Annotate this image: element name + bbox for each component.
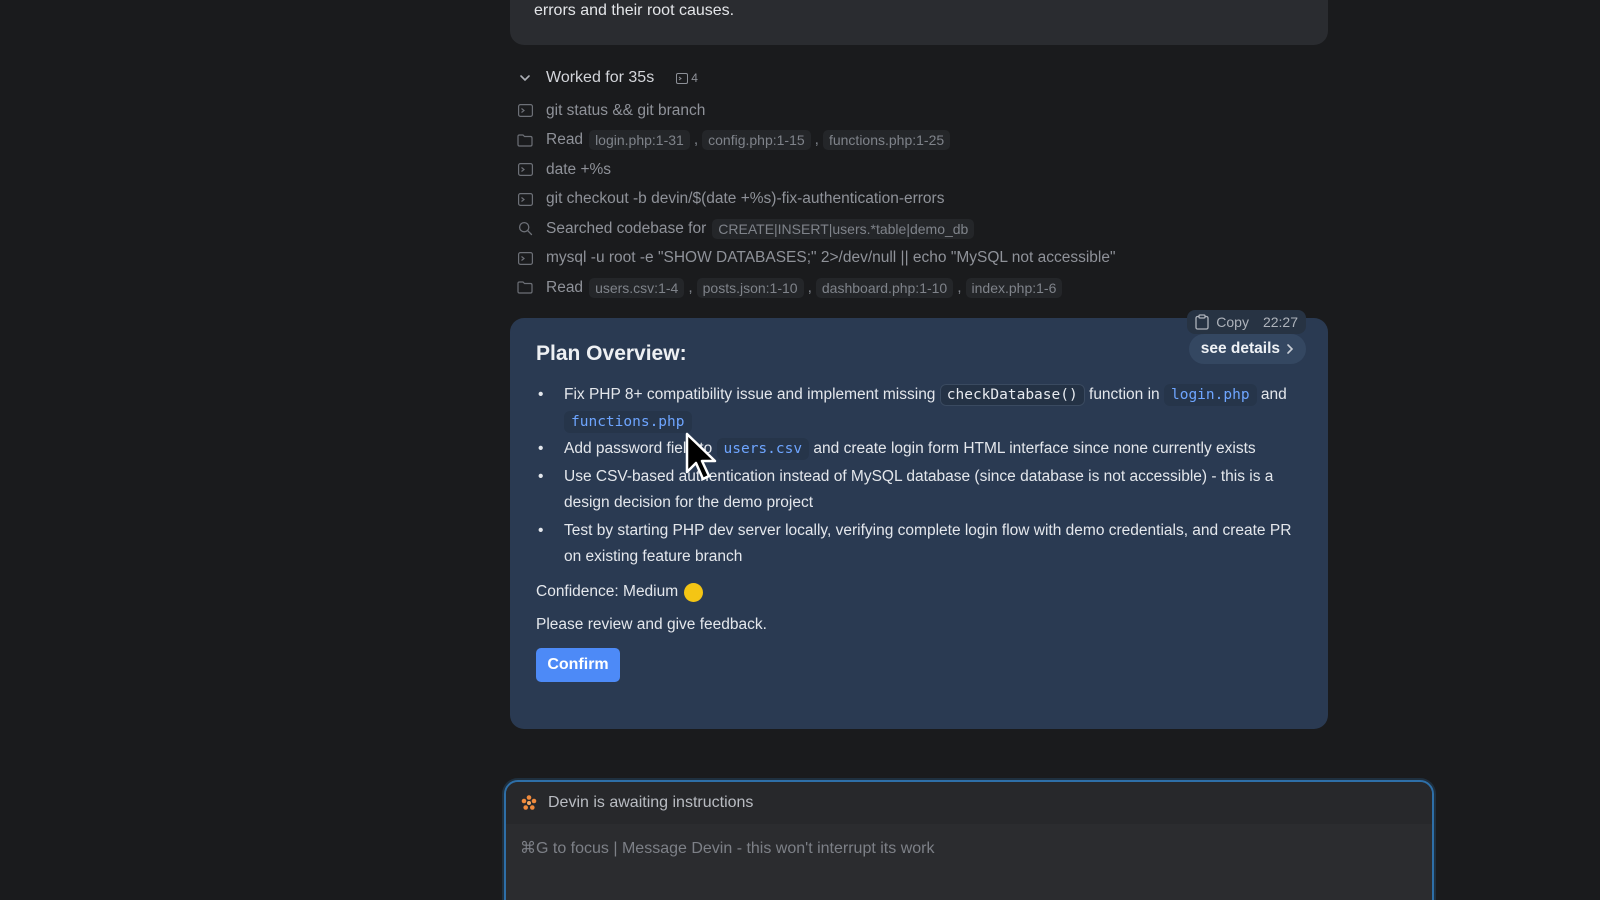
card-meta: Copy 22:27 [1187,310,1306,334]
terminal-icon [516,161,534,179]
plan-bullet-3: Use CSV-based authentication instead of … [536,464,1302,517]
file-reference-chip[interactable]: users.csv:1-4 [589,277,685,298]
plan-bullet-list: Fix PHP 8+ compatibility issue and imple… [536,382,1302,571]
agent-status-text: Devin is awaiting instructions [548,794,754,811]
feedback-prompt: Please review and give feedback. [536,615,767,633]
worklog-row-text: git checkout -b devin/$(date +%s)-fix-au… [546,190,945,208]
worklog-rows: git status && git branch Read login.php:1-… [516,96,1336,303]
copy-button[interactable]: Copy [1195,314,1249,330]
worklog-row-text: date +%s [546,160,612,178]
message-input[interactable] [520,834,1410,864]
folder-icon [516,131,534,149]
file-link-login-php[interactable]: login.php [1163,384,1257,406]
chip-separator: , [807,278,812,296]
file-reference-chip[interactable]: login.php:1-31 [589,130,690,151]
message-input-panel: Devin is awaiting instructions [504,780,1434,900]
agent-status-bar: Devin is awaiting instructions [506,782,1432,824]
file-reference-chip[interactable]: dashboard.php:1-10 [815,277,954,298]
worklog-header[interactable]: Worked for 35s 4 [516,66,1336,90]
worklog-row[interactable]: Read login.php:1-31, config.php:1-15, funct… [516,126,1336,156]
worklog-row[interactable]: git checkout -b devin/$(date +%s)-fix-au… [516,185,1336,215]
worklog-row-text: git status && git branch [546,101,706,119]
file-reference-chip[interactable]: config.php:1-15 [702,130,811,151]
copy-label: Copy [1216,314,1249,330]
worklog-count: 4 [676,71,698,85]
confidence-dot-icon [684,582,704,602]
chevron-right-icon [1287,344,1294,354]
worklog-row-text: Searched codebase for [546,219,707,237]
chip-separator: , [957,278,962,296]
chip-separator: , [693,131,699,149]
devin-logo-icon [520,794,538,812]
worklog-row[interactable]: mysql -u root -e "SHOW DATABASES;" 2>/de… [516,244,1336,274]
search-icon [516,220,534,238]
file-reference-chip[interactable]: functions.php:1-25 [822,130,951,151]
file-link-functions-php[interactable]: functions.php [564,410,692,433]
folder-icon [516,279,534,297]
plan-bullet-2: Add password field to users.csv and crea… [536,436,1302,463]
terminal-icon [516,249,534,267]
confidence-label: Confidence: Medium [536,583,679,600]
worklog-row[interactable]: Searched codebase for CREATE|INSERT|users… [516,214,1336,244]
see-details-label: see details [1200,340,1280,357]
chevron-down-icon[interactable] [516,69,534,87]
worklog-row-text: Read [546,131,584,149]
plan-bullet-1: Fix PHP 8+ compatibility issue and imple… [536,382,1302,435]
file-link-users-csv[interactable]: users.csv [716,438,810,460]
file-reference-chip[interactable]: index.php:1-6 [965,277,1063,298]
confirm-button[interactable]: Confirm [536,647,620,682]
worklog-row-text: Read [546,278,584,296]
worklog-title: Worked for 35s [546,69,655,86]
worklog-row[interactable]: date +%s [516,155,1336,185]
plan-bullet-4: Test by starting PHP dev server locally,… [536,518,1302,571]
worklog-row[interactable]: Read users.csv:1-4, posts.json:1-10, dashbo… [516,273,1336,303]
previous-message-bubble: errors and their root causes. [510,0,1328,45]
file-reference-chip[interactable]: posts.json:1-10 [696,277,804,298]
see-details-button[interactable]: see details [1188,334,1306,364]
plan-overview-card: Copy 22:27 see details Plan Overview: Fi… [510,310,1328,729]
worklog-row-text: mysql -u root -e "SHOW DATABASES;" 2>/de… [546,249,1116,267]
terminal-icon [516,190,534,208]
worklog: Worked for 35s 4 git status && git branc… [516,66,1336,303]
file-reference-chip[interactable]: CREATE|INSERT|users.*table|demo_db [712,218,975,239]
chip-separator: , [688,278,693,296]
previous-message-text: errors and their root causes. [534,2,735,19]
clipboard-icon [1195,314,1209,330]
terminal-icon [676,72,689,84]
confidence-indicator: Confidence: Medium [536,582,1302,602]
worklog-row[interactable]: git status && git branch [516,96,1336,126]
plan-title: Plan Overview: [536,342,687,365]
terminal-icon [516,102,534,120]
mouse-cursor-icon [685,432,717,481]
message-timestamp: 22:27 [1262,314,1298,330]
chip-separator: , [814,131,819,149]
code-check-database: checkDatabase() [939,384,1085,406]
